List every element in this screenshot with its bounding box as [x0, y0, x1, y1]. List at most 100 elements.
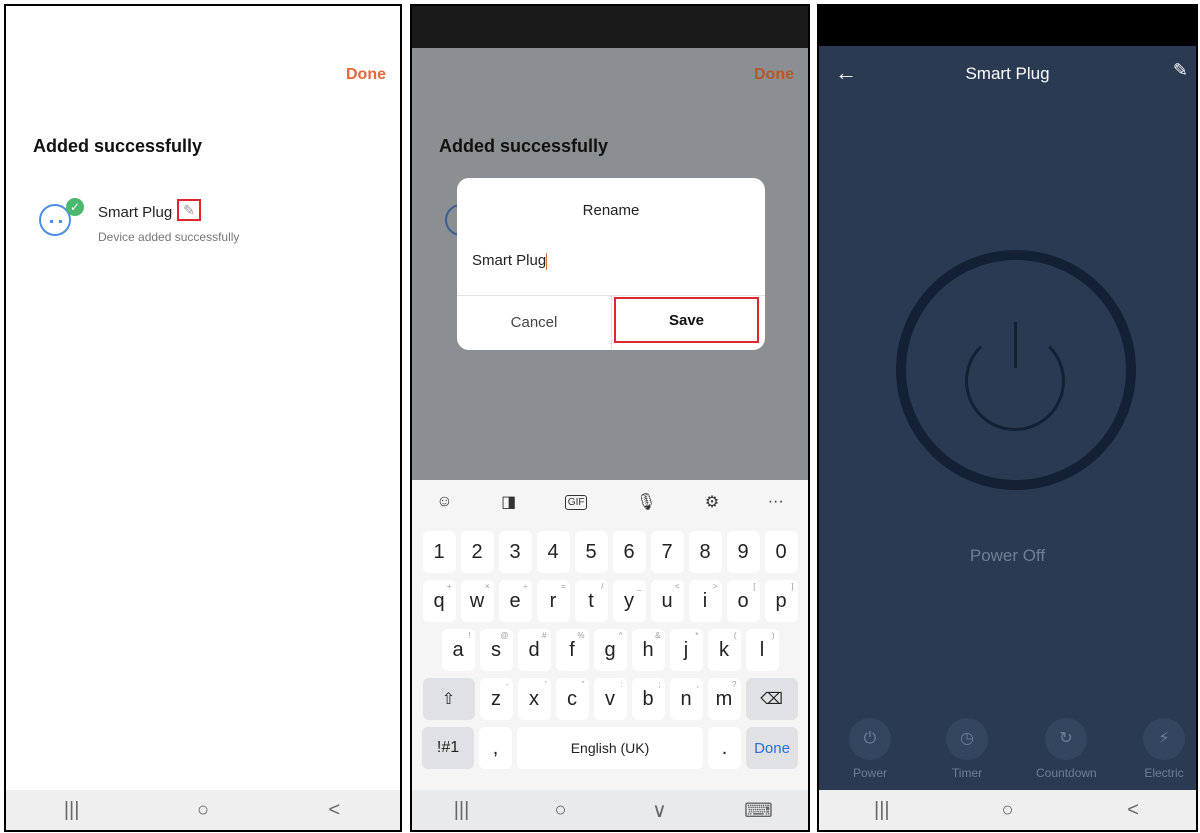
key-label: h [642, 638, 654, 661]
recents-button[interactable]: ||| [42, 795, 102, 825]
back-button[interactable]: < [1103, 795, 1163, 825]
number-key[interactable]: 2 [460, 531, 494, 573]
key-label: v [605, 687, 615, 710]
number-key[interactable]: 4 [536, 531, 570, 573]
letter-key[interactable]: ÷ e [498, 580, 532, 622]
recents-button[interactable]: ||| [432, 795, 492, 825]
cancel-button[interactable]: Cancel [457, 295, 611, 350]
system-navbar: ||| ○ ∨ ⌨ [412, 790, 808, 830]
key-label: z [491, 687, 501, 710]
shift-key[interactable]: ⇧ [422, 678, 475, 720]
recents-button[interactable]: ||| [852, 795, 912, 825]
hide-keyboard-button[interactable]: ∨ [630, 795, 690, 825]
letter-key[interactable]: -z [479, 678, 513, 720]
keyboard: ☺ ◨ GIF 🎙 ⚙ ··· 1234567890 + q × w ÷ e = r / t _ y <… [412, 480, 808, 794]
gear-icon[interactable]: ⚙ [705, 492, 719, 512]
key-label: p [775, 589, 787, 612]
key-alt-label: ! [468, 631, 471, 640]
period-key[interactable]: . [708, 727, 741, 769]
power-control[interactable]: ⏻ Power [840, 718, 900, 780]
back-button[interactable]: < [304, 795, 364, 825]
key-label: q [433, 589, 445, 612]
done-button[interactable]: Done [346, 66, 386, 84]
save-button[interactable]: Save [614, 297, 759, 343]
letter-key[interactable]: :v [593, 678, 627, 720]
letter-key[interactable]: = r [536, 580, 570, 622]
letter-key[interactable]: # d [517, 629, 551, 671]
letter-key[interactable]: (k [707, 629, 741, 671]
number-key[interactable]: 8 [688, 531, 722, 573]
countdown-icon: ↻ [1045, 718, 1087, 760]
more-icon[interactable]: ··· [768, 493, 784, 511]
space-key[interactable]: English (UK) [517, 727, 703, 769]
key-label: e [509, 589, 521, 612]
key-alt-label: ( [733, 631, 737, 640]
number-key[interactable]: 9 [726, 531, 760, 573]
microphone-icon[interactable]: 🎙 [636, 492, 656, 512]
rename-screen: Done Added successfully Rename Smart Plu… [410, 4, 810, 832]
symbols-key[interactable]: !#1 [422, 727, 474, 769]
key-row: !#1 , English (UK) . Done [412, 727, 808, 769]
letter-key[interactable]: " c [555, 678, 589, 720]
letter-key[interactable]: + q [422, 580, 456, 622]
number-key[interactable]: 0 [764, 531, 798, 573]
electric-control[interactable]: ⚡ Electric [1134, 718, 1194, 780]
number-key[interactable]: 6 [612, 531, 646, 573]
number-key[interactable]: 1 [422, 531, 456, 573]
sticker-icon[interactable]: ◨ [501, 492, 516, 512]
letter-key[interactable]: > i [688, 580, 722, 622]
key-label: w [469, 589, 485, 612]
key-label: o [737, 589, 749, 612]
key-alt-label: / [601, 582, 604, 591]
backspace-key[interactable]: ⌫ [745, 678, 798, 720]
letter-key[interactable]: _ y [612, 580, 646, 622]
number-key[interactable]: 5 [574, 531, 608, 573]
countdown-control[interactable]: ↻ Countdown [1036, 718, 1097, 780]
key-label: t [588, 589, 594, 612]
pencil-icon[interactable]: ✎ [1173, 60, 1188, 81]
key-alt-label: , [696, 680, 699, 689]
gif-icon[interactable]: GIF [564, 494, 588, 510]
key-label: b [642, 687, 654, 710]
plug-hole [50, 220, 53, 223]
letter-key[interactable]: ,n [669, 678, 703, 720]
key-row: + q × w ÷ e = r / t _ y < u > i[o] p [412, 580, 808, 622]
letter-key[interactable]: ? m [707, 678, 741, 720]
letter-key[interactable]: < u [650, 580, 684, 622]
letter-key[interactable]: [o [726, 580, 760, 622]
emoji-icon[interactable]: ☺ [436, 493, 452, 511]
letter-key[interactable]: ^ g [593, 629, 627, 671]
key-label: i [702, 589, 708, 612]
comma-key[interactable]: , [479, 727, 512, 769]
rename-input[interactable]: Smart Plug [472, 252, 548, 270]
key-label: c [567, 687, 577, 710]
key-label: k [719, 638, 729, 661]
pencil-icon[interactable]: ✎ [177, 199, 201, 221]
home-button[interactable]: ○ [173, 795, 233, 825]
key-alt-label: " [581, 680, 585, 689]
letter-key[interactable]: ' x [517, 678, 551, 720]
letter-key[interactable]: ! a [441, 629, 475, 671]
letter-key[interactable]: ) l [745, 629, 779, 671]
letter-key[interactable]: ; b [631, 678, 665, 720]
letter-key[interactable]: × w [460, 580, 494, 622]
key-row: ⇧ - z ' x " c: v; b, n? m ⌫ [412, 678, 808, 720]
letter-key[interactable]: * j [669, 629, 703, 671]
number-key[interactable]: 3 [498, 531, 532, 573]
power-status: Power Off [969, 546, 1046, 565]
key-label: g [604, 638, 616, 661]
key-row: ! a @ s # d% f ^ g & h * j(k) l [412, 629, 808, 671]
keyboard-done-key[interactable]: Done [746, 727, 798, 769]
home-button[interactable]: ○ [531, 795, 591, 825]
system-navbar: ||| ○ < [6, 790, 400, 830]
letter-key[interactable]: @ s [479, 629, 513, 671]
home-button[interactable]: ○ [977, 795, 1037, 825]
letter-key[interactable]: ] p [764, 580, 798, 622]
letter-key[interactable]: / t [574, 580, 608, 622]
letter-key[interactable]: & h [631, 629, 665, 671]
letter-key[interactable]: % f [555, 629, 589, 671]
keyboard-switch-icon[interactable]: ⌨ [729, 795, 789, 825]
timer-control[interactable]: ◷ Timer [937, 718, 997, 780]
number-key[interactable]: 7 [650, 531, 684, 573]
key-label: a [452, 638, 464, 661]
